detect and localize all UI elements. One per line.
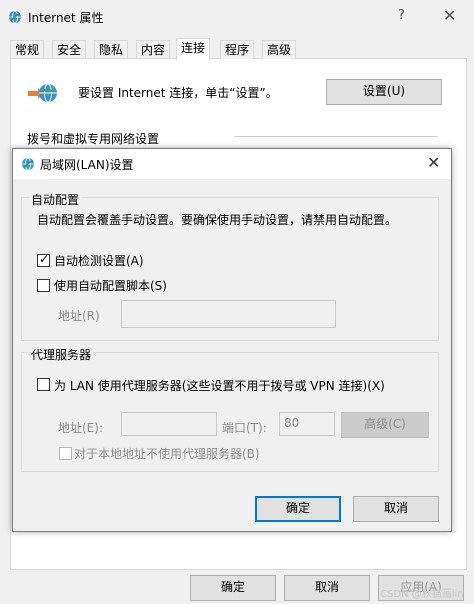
dialog-title: 局域网(LAN)设置 (40, 158, 134, 172)
port-label: 端口(T): (222, 421, 267, 435)
use-proxy-checkbox[interactable] (37, 378, 50, 391)
proxy-server-heading: 代理服务器 (29, 346, 94, 363)
use-proxy-label[interactable]: 为 LAN 使用代理服务器(这些设置不用于拨号或 VPN 连接)(X) (54, 377, 385, 394)
script-address-input[interactable] (121, 300, 336, 328)
cancel-button[interactable]: 取消 (284, 575, 370, 601)
use-script-label[interactable]: 使用自动配置脚本(S) (54, 277, 167, 294)
auto-detect-label[interactable]: 自动检测设置(A) (54, 252, 144, 269)
tab-security[interactable]: 安全 (52, 40, 87, 59)
script-address-label: 地址(R) (58, 309, 100, 323)
window-title: Internet 属性 (28, 10, 104, 25)
setup-instruction: 要设置 Internet 连接，单击“设置”。 (78, 86, 278, 100)
auto-detect-checkbox[interactable]: ✓ (37, 252, 50, 267)
tab-general[interactable]: 常规 (10, 40, 45, 59)
ie-globe-icon (9, 10, 21, 24)
tab-content[interactable]: 内容 (136, 40, 171, 59)
use-script-checkbox[interactable] (37, 279, 50, 292)
auto-config-heading: 自动配置 (29, 191, 82, 208)
advanced-button[interactable]: 高级(C) (341, 412, 429, 438)
help-icon[interactable]: ? (398, 8, 405, 23)
cancel-button[interactable]: 取消 (353, 496, 439, 522)
bypass-local-checkbox[interactable] (59, 447, 72, 460)
close-icon[interactable]: ✕ (443, 6, 456, 25)
tab-programs[interactable]: 程序 (220, 40, 255, 59)
proxy-address-input[interactable] (121, 412, 217, 436)
tab-privacy[interactable]: 隐私 (94, 40, 129, 59)
bypass-local-label[interactable]: 对于本地地址不使用代理服务器(B) (74, 445, 260, 462)
divider (234, 136, 438, 137)
lan-settings-dialog: 局域网(LAN)设置 ✕ 自动配置 自动配置会覆盖手动设置。要确保使用手动设置，… (12, 148, 452, 532)
dialup-vpn-label: 拨号和虚拟专用网络设置 (27, 132, 160, 146)
port-value: 80 (284, 416, 300, 430)
tab-advanced[interactable]: 高级 (262, 40, 297, 59)
auto-config-description: 自动配置会覆盖手动设置。要确保使用手动设置，请禁用自动配置。 (37, 213, 398, 227)
watermark: CSDN @秋猫画lin (380, 589, 464, 600)
window-titlebar: Internet 属性 (8, 6, 103, 28)
network-globe-icon (28, 83, 57, 103)
setup-button[interactable]: 设置(U) (326, 79, 442, 105)
ok-button[interactable]: 确定 (255, 496, 341, 522)
checkmark-icon: ✓ (39, 252, 50, 266)
proxy-address-label: 地址(E): (58, 421, 103, 435)
tab-connections[interactable]: 连接 (176, 38, 211, 60)
close-icon[interactable]: ✕ (427, 153, 440, 172)
ie-globe-icon (22, 157, 34, 171)
ok-button[interactable]: 确定 (190, 575, 276, 601)
